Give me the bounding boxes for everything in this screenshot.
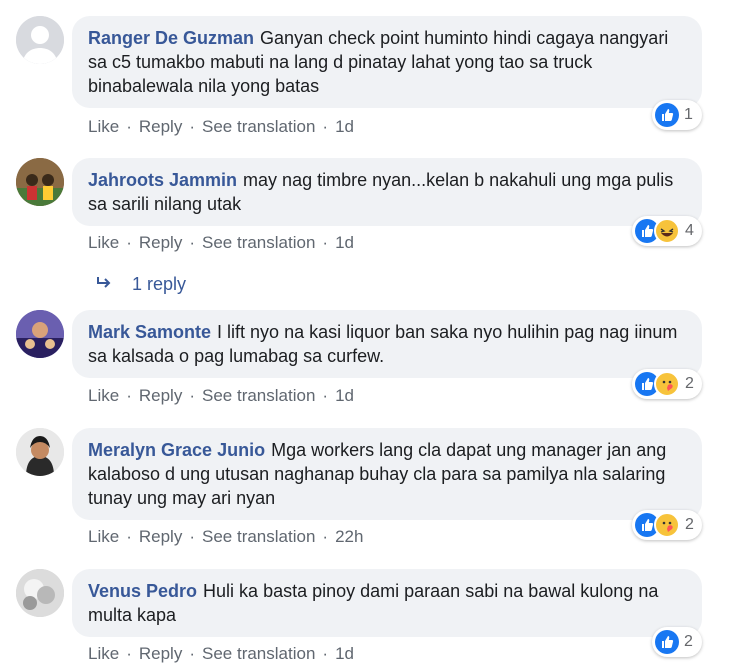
haha-icon [654,218,680,244]
like-icon [655,630,679,654]
like-link[interactable]: Like [88,117,119,136]
see-translation-link[interactable]: See translation [202,527,315,546]
comment-bubble: Mark Samonte I lift nyo na kasi liquor ba… [72,310,702,378]
user-photo-icon [16,158,64,206]
reply-arrow-icon [96,274,114,295]
see-translation-link[interactable]: See translation [202,386,315,405]
reaction-summary[interactable]: 2 [632,510,702,540]
default-avatar-icon [16,16,64,64]
timestamp[interactable]: 1d [335,644,354,663]
avatar-venus[interactable] [16,569,64,617]
view-replies-link[interactable]: 1 reply [96,274,186,295]
timestamp[interactable]: 1d [335,386,354,405]
reply-link[interactable]: Reply [139,527,182,546]
like-icon [655,103,679,127]
comment-actions: Like · Reply · See translation · 1d [88,644,354,663]
like-link[interactable]: Like [88,527,119,546]
comment-actions: Like · Reply · See translation · 1d [88,386,354,405]
care-icon [654,371,680,397]
reply-link[interactable]: Reply [139,386,182,405]
comment-author[interactable]: Mark Samonte [88,322,211,342]
reaction-count: 2 [684,633,693,650]
comment-author[interactable]: Ranger De Guzman [88,28,254,48]
comment-author[interactable]: Jahroots Jammin [88,170,237,190]
avatar-mark[interactable] [16,310,64,358]
care-icon [654,512,680,538]
like-link[interactable]: Like [88,386,119,405]
reaction-count: 2 [685,516,694,533]
reaction-summary[interactable]: 2 [632,369,702,399]
reaction-count: 2 [685,375,694,392]
timestamp[interactable]: 1d [335,233,354,252]
comment-actions: Like · Reply · See translation · 1d [88,233,354,252]
see-translation-link[interactable]: See translation [202,644,315,663]
comment-actions: Like · Reply · See translation · 1d [88,117,354,136]
timestamp[interactable]: 1d [335,117,354,136]
avatar-jahroots[interactable] [16,158,64,206]
avatar-meralyn[interactable] [16,428,64,476]
comment-author[interactable]: Meralyn Grace Junio [88,440,265,460]
comment-author[interactable]: Venus Pedro [88,581,197,601]
comment-bubble: Meralyn Grace Junio Mga workers lang cla … [72,428,702,520]
timestamp[interactable]: 22h [335,527,363,546]
avatar-default[interactable] [16,16,64,64]
user-photo-icon [16,310,64,358]
reaction-summary[interactable]: 2 [652,627,702,657]
see-translation-link[interactable]: See translation [202,117,315,136]
reaction-summary[interactable]: 1 [652,100,702,130]
reaction-count: 1 [684,106,693,123]
comment-bubble: Venus Pedro Huli ka basta pinoy dami para… [72,569,702,637]
reaction-summary[interactable]: 4 [632,216,702,246]
user-photo-icon [16,428,64,476]
comment-bubble: Ranger De Guzman Ganyan check point humin… [72,16,702,108]
reply-link[interactable]: Reply [139,117,182,136]
comment-actions: Like · Reply · See translation · 22h [88,527,364,546]
reply-link[interactable]: Reply [139,644,182,663]
see-translation-link[interactable]: See translation [202,233,315,252]
reply-count[interactable]: 1 reply [132,274,186,294]
reaction-count: 4 [685,222,694,239]
user-photo-icon [16,569,64,617]
comment-bubble: Jahroots Jammin may nag timbre nyan...kel… [72,158,702,226]
like-link[interactable]: Like [88,233,119,252]
like-link[interactable]: Like [88,644,119,663]
reply-link[interactable]: Reply [139,233,182,252]
